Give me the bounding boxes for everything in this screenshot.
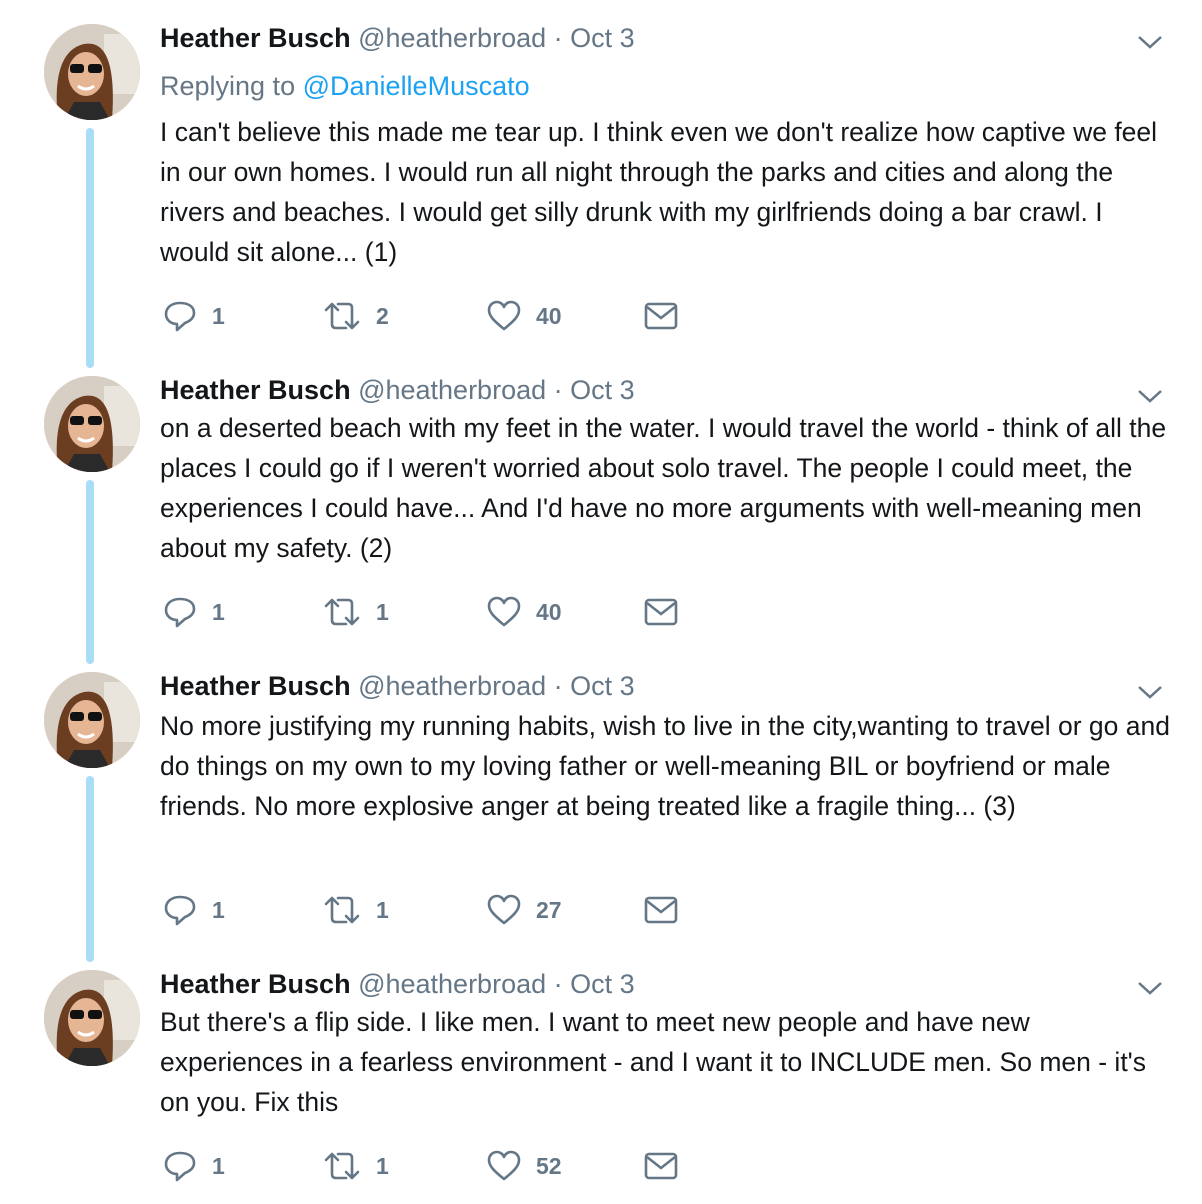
tweet-text: But there's a flip side. I like men. I w… xyxy=(160,1007,1146,1117)
reply-icon xyxy=(164,1151,196,1182)
author-name[interactable]: Heather Busch xyxy=(160,375,351,405)
tweet-text: on a deserted beach with my feet in the … xyxy=(160,413,1167,563)
retweet-icon xyxy=(324,896,360,924)
reply-button[interactable]: 1 xyxy=(162,592,225,632)
tweet-date[interactable]: Oct 3 xyxy=(570,969,635,999)
avatar[interactable] xyxy=(44,970,140,1066)
retweet-button[interactable]: 1 xyxy=(322,592,389,632)
envelope-icon xyxy=(644,302,678,330)
heart-icon xyxy=(487,894,521,925)
author-handle[interactable]: @heatherbroad xyxy=(358,671,546,701)
avatar[interactable] xyxy=(44,376,140,472)
tweet-text: No more justifying my running habits, wi… xyxy=(160,711,1170,821)
chevron-down-icon[interactable] xyxy=(1136,32,1164,52)
like-button[interactable]: 52 xyxy=(486,1146,562,1186)
author-name[interactable]: Heather Busch xyxy=(160,23,351,53)
chevron-down-icon[interactable] xyxy=(1136,978,1164,998)
envelope-icon xyxy=(644,1152,678,1180)
tweet-actions: 1 1 27 xyxy=(160,890,700,930)
dm-button[interactable] xyxy=(644,296,678,336)
author-name[interactable]: Heather Busch xyxy=(160,969,351,999)
tweet-header: Heather Busch @heatherbroad · Oct 3 xyxy=(160,20,635,56)
author-handle[interactable]: @heatherbroad xyxy=(358,375,546,405)
replying-prefix: Replying to xyxy=(160,71,296,101)
retweet-count: 1 xyxy=(376,1152,389,1179)
heart-icon xyxy=(487,596,521,627)
like-count: 27 xyxy=(536,896,562,923)
heart-icon xyxy=(487,300,521,331)
like-count: 40 xyxy=(536,302,562,329)
tweet-header: Heather Busch @heatherbroad · Oct 3 xyxy=(160,372,635,408)
like-button[interactable]: 40 xyxy=(486,592,562,632)
reply-count: 1 xyxy=(212,302,225,329)
like-count: 40 xyxy=(536,598,562,625)
tweet[interactable]: Heather Busch @heatherbroad · Oct 3 on a… xyxy=(0,372,1202,652)
tweet-header: Heather Busch @heatherbroad · Oct 3 xyxy=(160,966,635,1002)
tweet-date[interactable]: Oct 3 xyxy=(570,671,635,701)
tweet-header: Heather Busch @heatherbroad · Oct 3 xyxy=(160,668,635,704)
retweet-count: 1 xyxy=(376,896,389,923)
tweet[interactable]: Heather Busch @heatherbroad · Oct 3 No m… xyxy=(0,668,1202,952)
retweet-icon xyxy=(324,1152,360,1180)
retweet-button[interactable]: 2 xyxy=(322,296,389,336)
separator: · xyxy=(553,375,563,405)
tweet-date[interactable]: Oct 3 xyxy=(570,23,635,53)
reply-button[interactable]: 1 xyxy=(162,890,225,930)
tweet-text: I can't believe this made me tear up. I … xyxy=(160,117,1158,267)
retweet-icon xyxy=(324,598,360,626)
tweet[interactable]: Heather Busch @heatherbroad · Oct 3 Repl… xyxy=(0,20,1202,360)
retweet-count: 2 xyxy=(376,302,389,329)
dm-button[interactable] xyxy=(644,592,678,632)
tweet-actions: 1 1 52 xyxy=(160,1146,700,1186)
avatar[interactable] xyxy=(44,672,140,768)
dm-button[interactable] xyxy=(644,890,678,930)
reply-icon xyxy=(164,597,196,628)
tweet-actions: 1 1 40 xyxy=(160,592,700,632)
tweet-date[interactable]: Oct 3 xyxy=(570,375,635,405)
reply-count: 1 xyxy=(212,598,225,625)
reply-icon xyxy=(164,895,196,926)
avatar[interactable] xyxy=(44,24,140,120)
retweet-count: 1 xyxy=(376,598,389,625)
dm-button[interactable] xyxy=(644,1146,678,1186)
replying-to: Replying to @DanielleMuscato xyxy=(160,68,530,104)
reply-button[interactable]: 1 xyxy=(162,1146,225,1186)
reply-count: 1 xyxy=(212,1152,225,1179)
separator: · xyxy=(553,671,563,701)
reply-count: 1 xyxy=(212,896,225,923)
chevron-down-icon[interactable] xyxy=(1136,682,1164,702)
author-handle[interactable]: @heatherbroad xyxy=(358,969,546,999)
separator: · xyxy=(553,969,563,999)
heart-icon xyxy=(487,1150,521,1181)
like-button[interactable]: 40 xyxy=(486,296,562,336)
author-name[interactable]: Heather Busch xyxy=(160,671,351,701)
retweet-icon xyxy=(324,302,360,330)
reply-button[interactable]: 1 xyxy=(162,296,225,336)
like-button[interactable]: 27 xyxy=(486,890,562,930)
separator: · xyxy=(553,23,563,53)
retweet-button[interactable]: 1 xyxy=(322,890,389,930)
chevron-down-icon[interactable] xyxy=(1136,386,1164,406)
tweet[interactable]: Heather Busch @heatherbroad · Oct 3 But … xyxy=(0,966,1202,1200)
tweet-actions: 1 2 40 xyxy=(160,296,700,336)
envelope-icon xyxy=(644,896,678,924)
envelope-icon xyxy=(644,598,678,626)
like-count: 52 xyxy=(536,1152,562,1179)
retweet-button[interactable]: 1 xyxy=(322,1146,389,1186)
author-handle[interactable]: @heatherbroad xyxy=(358,23,546,53)
reply-icon xyxy=(164,301,196,332)
replying-to-link[interactable]: @DanielleMuscato xyxy=(303,71,530,101)
